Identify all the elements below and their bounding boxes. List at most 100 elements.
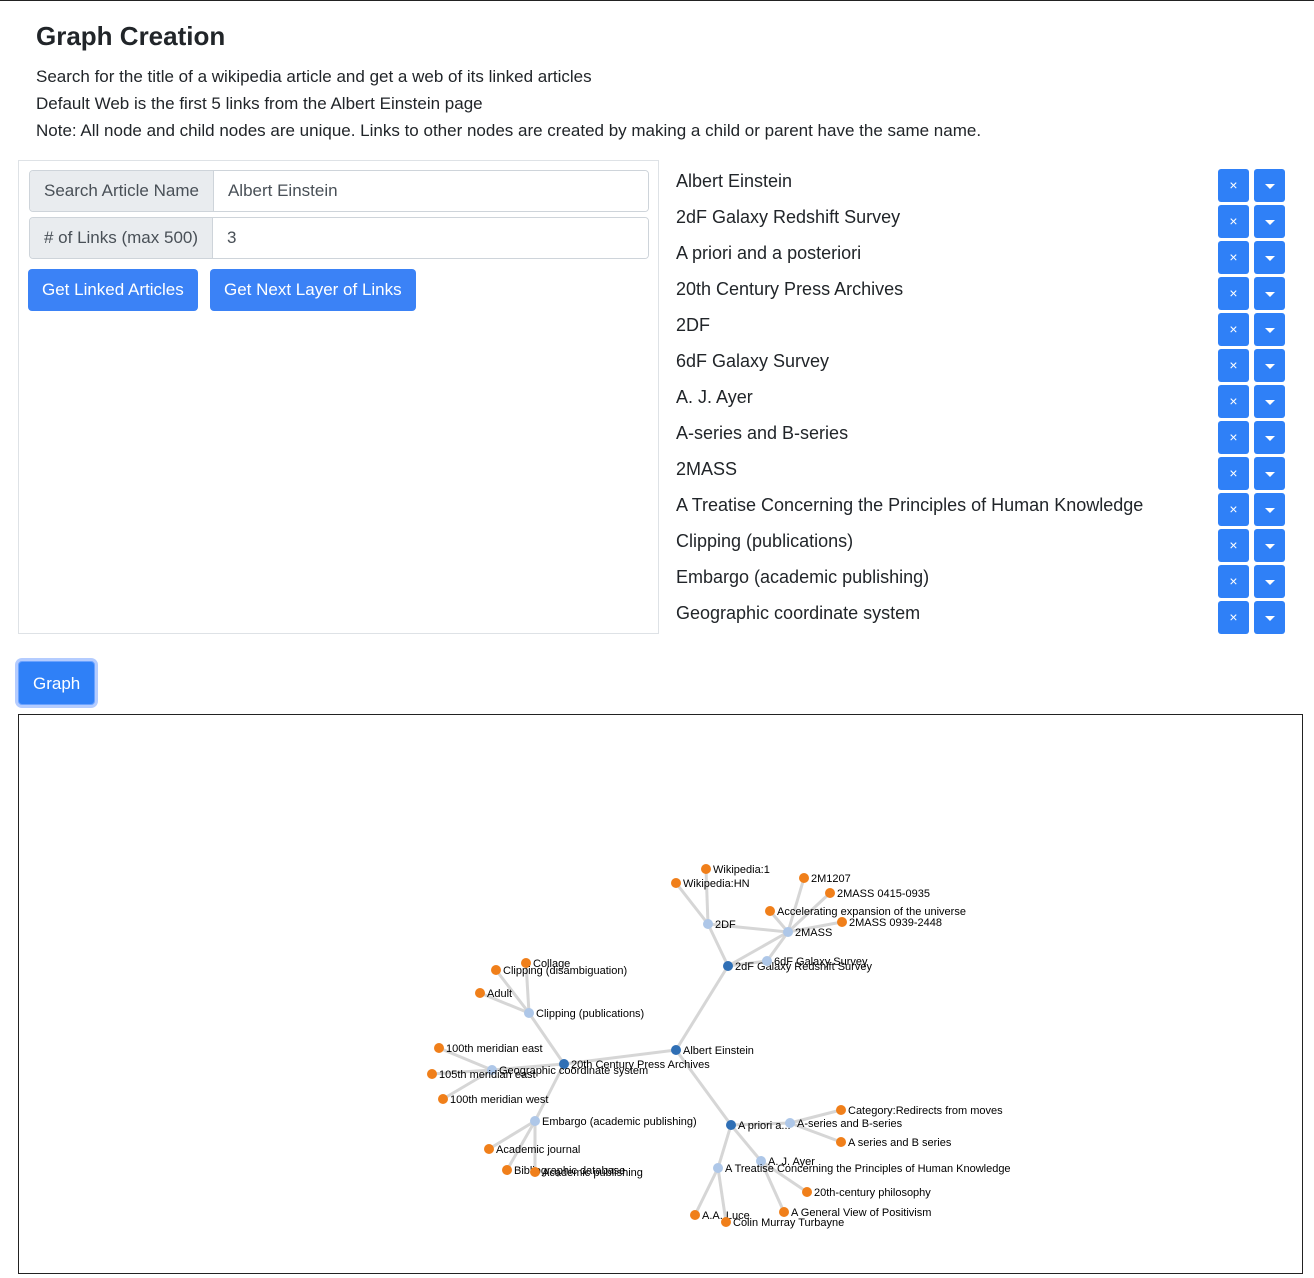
graph-node[interactable]: 20th-century philosophy	[802, 1187, 931, 1199]
graph-node-dot[interactable]	[690, 1210, 700, 1220]
graph-node-label: Clipping (publications)	[536, 1008, 644, 1020]
graph-node[interactable]: Adult	[475, 988, 512, 1000]
expand-node-button[interactable]	[1254, 493, 1285, 526]
graph-node-dot[interactable]	[438, 1094, 448, 1104]
graph-node[interactable]: 2MASS 0415-0935	[825, 888, 930, 900]
remove-node-button[interactable]: ×	[1218, 313, 1249, 346]
graph-node[interactable]: Academic journal	[484, 1144, 580, 1156]
graph-node-dot[interactable]	[837, 917, 847, 927]
graph-node[interactable]: Academic publishing	[530, 1167, 643, 1179]
remove-node-button[interactable]: ×	[1218, 241, 1249, 274]
get-linked-articles-button[interactable]: Get Linked Articles	[28, 269, 198, 311]
graph-node-dot[interactable]	[802, 1187, 812, 1197]
node-list-item-label: 2dF Galaxy Redshift Survey	[676, 207, 901, 227]
links-count-input[interactable]	[213, 218, 648, 258]
graph-node-dot[interactable]	[799, 873, 809, 883]
graph-node-dot[interactable]	[723, 961, 733, 971]
graph-node[interactable]: 6dF Galaxy Survey	[762, 956, 868, 968]
remove-node-button[interactable]: ×	[1218, 457, 1249, 490]
expand-node-button[interactable]	[1254, 169, 1285, 202]
graph-node-dot[interactable]	[484, 1144, 494, 1154]
graph-node-dot[interactable]	[836, 1105, 846, 1115]
remove-node-button[interactable]: ×	[1218, 565, 1249, 598]
remove-node-button[interactable]: ×	[1218, 421, 1249, 454]
graph-svg[interactable]: Albert Einstein2dF Galaxy Redshift Surve…	[19, 715, 1302, 1273]
remove-node-button[interactable]: ×	[1218, 349, 1249, 382]
graph-node-dot[interactable]	[825, 888, 835, 898]
get-next-layer-button[interactable]: Get Next Layer of Links	[210, 269, 416, 311]
graph-node[interactable]: Embargo (academic publishing)	[530, 1116, 697, 1128]
remove-node-button[interactable]: ×	[1218, 385, 1249, 418]
expand-node-button[interactable]	[1254, 349, 1285, 382]
caret-down-icon	[1264, 507, 1275, 513]
graph-node-dot[interactable]	[713, 1163, 723, 1173]
graph-node[interactable]: Wikipedia:1	[701, 864, 770, 876]
expand-node-button[interactable]	[1254, 421, 1285, 454]
graph-node[interactable]: Clipping (publications)	[524, 1008, 644, 1020]
graph-node[interactable]: 100th meridian west	[438, 1094, 548, 1106]
graph-node[interactable]: Wikipedia:HN	[671, 878, 750, 890]
graph-node[interactable]: 2M1207	[799, 873, 851, 885]
graph-node-dot[interactable]	[502, 1165, 512, 1175]
graph-node[interactable]: Colin Murray Turbayne	[721, 1217, 844, 1229]
remove-node-button[interactable]: ×	[1218, 277, 1249, 310]
graph-node[interactable]: A series and B series	[836, 1137, 952, 1149]
graph-node-dot[interactable]	[491, 965, 501, 975]
expand-node-button[interactable]	[1254, 457, 1285, 490]
graph-node[interactable]: Albert Einstein	[671, 1045, 754, 1057]
graph-node[interactable]: A-series and B-series	[785, 1118, 903, 1130]
remove-node-button[interactable]: ×	[1218, 205, 1249, 238]
graph-node-dot[interactable]	[762, 956, 772, 966]
expand-node-button[interactable]	[1254, 601, 1285, 634]
graph-node[interactable]: 2DF	[703, 919, 736, 931]
expand-node-button[interactable]	[1254, 565, 1285, 598]
graph-link	[693, 1167, 720, 1216]
graph-node-label: Academic publishing	[542, 1167, 643, 1179]
graph-node[interactable]: A Treatise Concerning the Principles of …	[713, 1163, 1011, 1175]
graph-node-dot[interactable]	[765, 906, 775, 916]
graph-node-dot[interactable]	[524, 1008, 534, 1018]
graph-node-dot[interactable]	[721, 1217, 731, 1227]
graph-node-dot[interactable]	[427, 1069, 437, 1079]
graph-node-label: 2MASS 0415-0935	[837, 888, 930, 900]
graph-node-dot[interactable]	[671, 1045, 681, 1055]
graph-node-dot[interactable]	[530, 1167, 540, 1177]
node-list-item: 2DF ×	[676, 308, 1286, 346]
article-name-input[interactable]	[213, 171, 648, 211]
remove-node-button[interactable]: ×	[1218, 601, 1249, 634]
remove-node-button[interactable]: ×	[1218, 493, 1249, 526]
graph-node-dot[interactable]	[836, 1137, 846, 1147]
description-line: Note: All node and child nodes are uniqu…	[36, 121, 982, 140]
graph-node-dot[interactable]	[779, 1207, 789, 1217]
graph-node[interactable]: 105th meridian east	[427, 1069, 536, 1081]
graph-node-dot[interactable]	[783, 927, 793, 937]
caret-down-icon	[1264, 255, 1275, 261]
remove-node-button[interactable]: ×	[1218, 529, 1249, 562]
caret-down-icon	[1264, 363, 1275, 369]
graph-node-dot[interactable]	[434, 1043, 444, 1053]
graph-node-dot[interactable]	[703, 919, 713, 929]
graph-node-dot[interactable]	[726, 1120, 736, 1130]
graph-node[interactable]: 2MASS 0939-2448	[837, 917, 942, 929]
remove-node-button[interactable]: ×	[1218, 169, 1249, 202]
page-description: Search for the title of a wikipedia arti…	[36, 63, 981, 144]
expand-node-button[interactable]	[1254, 313, 1285, 346]
graph-node-dot[interactable]	[475, 988, 485, 998]
graph-node-dot[interactable]	[530, 1116, 540, 1126]
graph-canvas[interactable]: Albert Einstein 2dF Galaxy Redshift Surve…	[18, 714, 1303, 1274]
graph-node-dot[interactable]	[671, 878, 681, 888]
expand-node-button[interactable]	[1254, 529, 1285, 562]
graph-button[interactable]: Graph	[18, 661, 96, 705]
expand-node-button[interactable]	[1254, 205, 1285, 238]
graph-node-dot[interactable]	[785, 1118, 795, 1128]
graph-node-dot[interactable]	[701, 864, 711, 874]
graph-node[interactable]: 100th meridian east	[434, 1043, 543, 1055]
graph-node[interactable]: 2MASS	[783, 927, 832, 939]
expand-node-button[interactable]	[1254, 241, 1285, 274]
graph-node-label: 20th-century philosophy	[814, 1187, 931, 1199]
graph-node[interactable]: Category:Redirects from moves	[836, 1105, 1003, 1117]
node-list-item-label: A priori and a posteriori	[676, 243, 862, 263]
expand-node-button[interactable]	[1254, 277, 1285, 310]
graph-node[interactable]: Clipping (disambiguation)	[491, 965, 627, 977]
expand-node-button[interactable]	[1254, 385, 1285, 418]
